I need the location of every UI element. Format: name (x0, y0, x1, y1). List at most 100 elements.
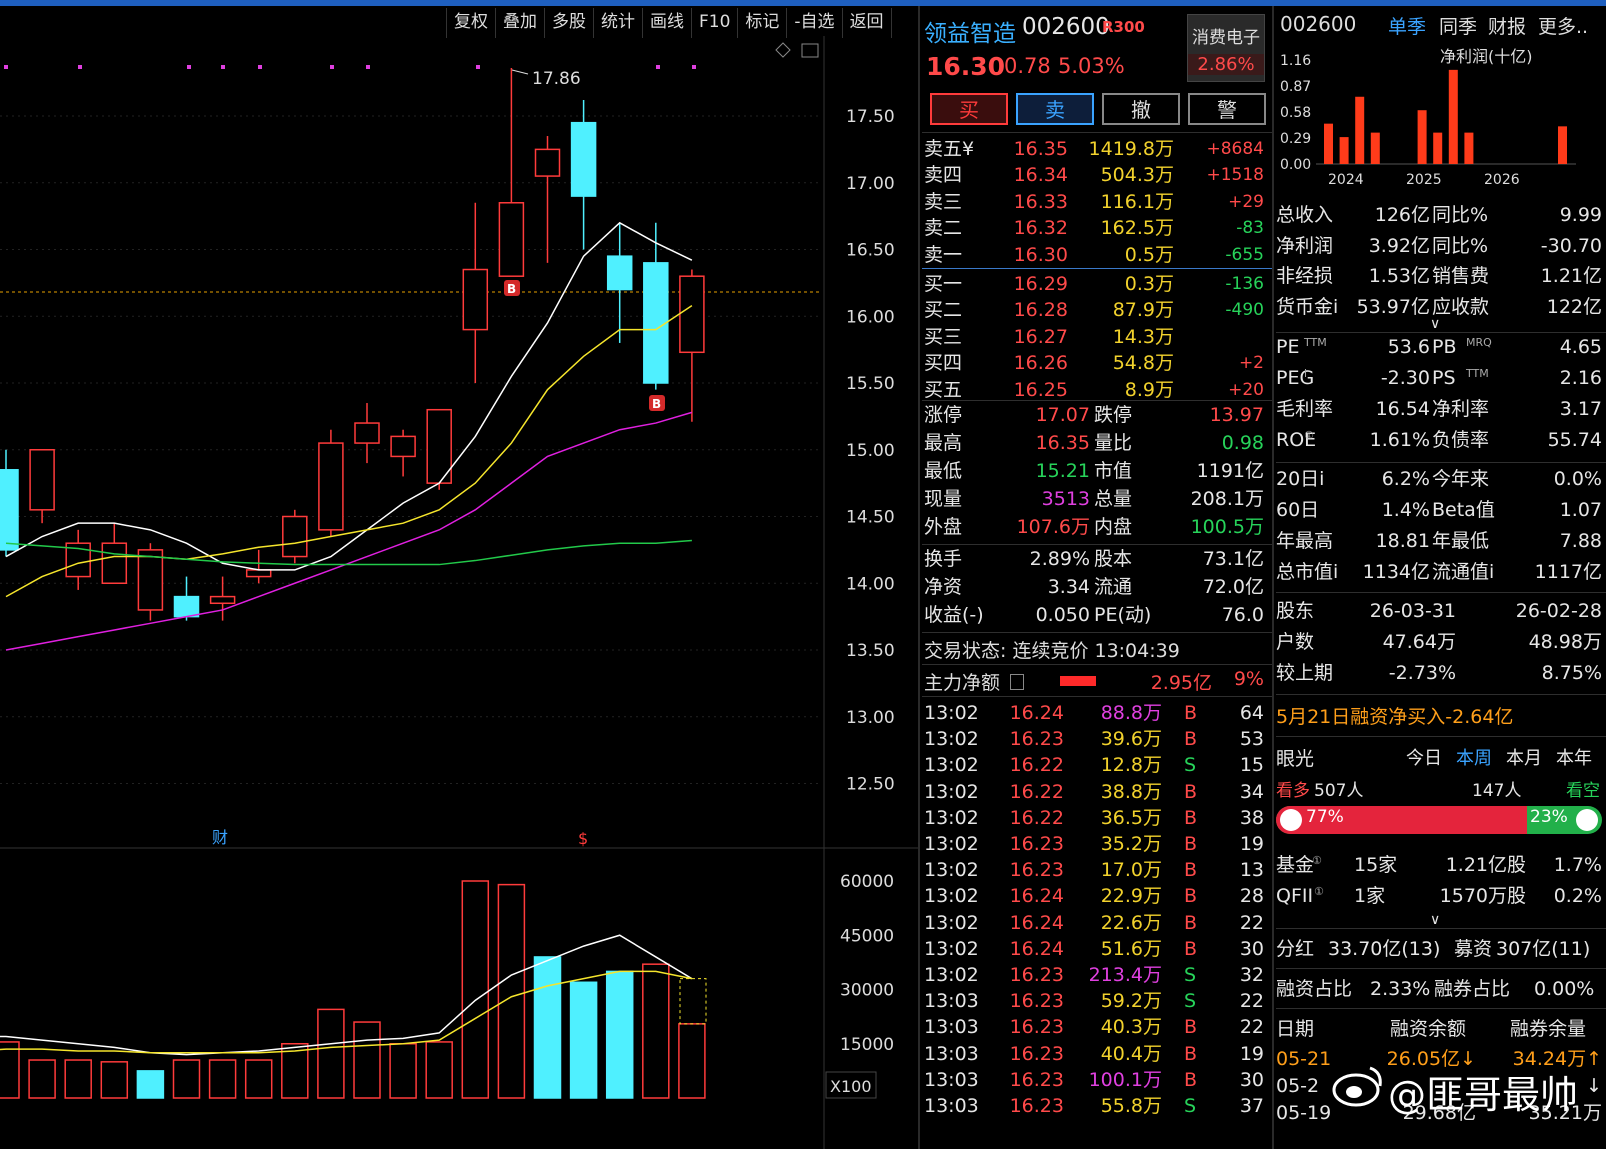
tick-row[interactable]: 13:02 16.24 51.6万 B 30 (922, 936, 1272, 962)
tick-row[interactable]: 13:02 16.23 17.0万 B 13 (922, 857, 1272, 883)
short-ratio-label: 融券占比 (1434, 978, 1511, 1000)
tick-row[interactable]: 13:03 16.23 40.3万 B 22 (922, 1014, 1272, 1040)
toolbar-item-7[interactable]: -自选 (787, 8, 843, 38)
expand-chevron-icon[interactable]: ∨ (1430, 912, 1440, 928)
net-profit-mini-chart: 1.16 0.87 0.58 0.29 0.00 2024 2025 2026 净利润(十亿) (1280, 47, 1576, 188)
fin-value: 16.54 (1375, 398, 1430, 420)
order-change: +2 (1238, 353, 1264, 374)
order-level-label: 买二 (924, 299, 963, 322)
order-book-row[interactable]: 卖四 16.34 504.3万 +1518 (922, 162, 1272, 188)
order-book-row[interactable]: 买一 16.29 0.3万 -136 (922, 271, 1272, 297)
tick-price: 16.23 (1009, 1042, 1064, 1065)
margin-ratio-label: 融资占比 (1276, 978, 1353, 1000)
tick-row[interactable]: 13:03 16.23 55.8万 S 37 (922, 1093, 1272, 1119)
bear-count: 147人 (1472, 781, 1522, 801)
divider (1272, 6, 1274, 1149)
fund-row: 基金 ① 15家 1.21亿股 1.7% (1276, 852, 1606, 878)
tick-row[interactable]: 13:02 16.24 22.6万 B 22 (922, 910, 1272, 936)
toolbar-item-4[interactable]: 画线 (643, 8, 692, 38)
order-book-row[interactable]: 卖一 16.30 0.5万 -655 (922, 242, 1272, 268)
toolbar-item-1[interactable]: 叠加 (496, 8, 545, 38)
kline-svg[interactable]: 17.50 17.00 16.50 16.00 15.50 15.00 14.50 14.00… (0, 6, 920, 1149)
eye-tab-1[interactable]: 本周 (1456, 744, 1492, 770)
candle-body (173, 595, 200, 618)
fin-row: 毛利率 16.54 净利率 3.17 (1276, 396, 1606, 422)
tick-volume: 35.2万 (1100, 833, 1162, 855)
tab-report[interactable]: 财报 (1488, 12, 1526, 39)
eye-tab-2[interactable]: 本月 (1506, 744, 1542, 770)
eye-label: 眼光 (1276, 748, 1315, 770)
toolbar-item-8[interactable]: 返回 (843, 8, 892, 38)
order-book-row[interactable]: 卖五¥ 16.35 1419.8万 +8684 (922, 136, 1272, 162)
eye-tab-0[interactable]: 今日 (1406, 744, 1442, 770)
toolbar-item-0[interactable]: 复权 (447, 8, 496, 38)
order-book-row[interactable]: 买二 16.28 87.9万 -490 (922, 297, 1272, 323)
stat-value: 76.0 (1221, 604, 1264, 626)
expand-chevron-icon[interactable]: ∨ (1430, 316, 1440, 332)
signal-dot (366, 65, 370, 69)
trade-status: 交易状态: 连续竞价 13:04:39 (924, 640, 1180, 662)
toolbar-item-3[interactable]: 统计 (594, 8, 643, 38)
cancel-order-button[interactable]: 撤 (1102, 93, 1180, 125)
volume-bar (317, 1008, 345, 1099)
sector-box[interactable]: 消费电子 2.86% (1187, 14, 1265, 82)
fin-label: 应收款 (1432, 295, 1490, 318)
tick-row[interactable]: 13:02 16.22 12.8万 S 15 (922, 752, 1272, 778)
tick-row[interactable]: 13:03 16.23 100.1万 B 30 (922, 1067, 1272, 1093)
buy-button[interactable]: 买 (930, 93, 1008, 125)
tick-row[interactable]: 13:03 16.23 59.2万 S 22 (922, 988, 1272, 1014)
tick-volume: 88.8万 (1100, 702, 1162, 724)
tick-price: 16.24 (1009, 937, 1064, 960)
tick-time: 13:02 (924, 754, 979, 777)
tick-side: S (1184, 754, 1197, 777)
fin-value: 1.53亿 (1368, 265, 1430, 287)
order-book-row[interactable]: 买三 16.27 14.3万 (922, 324, 1272, 350)
signal-dot (330, 65, 334, 69)
order-book-row[interactable]: 卖三 16.33 116.1万 +29 (922, 189, 1272, 215)
tab-single-quarter[interactable]: 单季 (1388, 12, 1426, 39)
order-book-row[interactable]: 卖二 16.32 162.5万 -83 (922, 215, 1272, 241)
order-price: 16.34 (1013, 164, 1068, 187)
toolbar-item-6[interactable]: 标记 (738, 8, 788, 38)
kline-chart-area[interactable]: 17.50 17.00 16.50 16.00 15.50 15.00 14.50 14.00… (0, 6, 920, 1149)
quote-panel: 领益智造 002600 R300 消费电子 2.86% 16.30 0.78 5… (922, 6, 1272, 1149)
divider (1276, 736, 1606, 737)
sell-button[interactable]: 卖 (1016, 93, 1094, 125)
margin-note: 5月21日融资净买入-2.64亿 (1276, 706, 1514, 728)
thumb-up-icon (1280, 809, 1302, 831)
fin-row: 净利润 3.92亿 同比% -30.70 (1276, 233, 1606, 259)
toolbar-item-2[interactable]: 多股 (545, 8, 594, 38)
volume-bar (389, 1043, 417, 1099)
fin-row: 20日i 6.2% 今年来 0.0% (1276, 466, 1606, 492)
tab-same-quarter[interactable]: 同季 (1439, 12, 1477, 39)
order-book-row[interactable]: 买五 16.25 8.9万 +20 (922, 377, 1272, 403)
fin-row: PE TTM 53.6 PB MRQ 4.65 (1276, 334, 1606, 360)
list-icon[interactable] (1010, 674, 1024, 690)
tick-row[interactable]: 13:02 16.22 36.5万 B 38 (922, 805, 1272, 831)
tick-row[interactable]: 13:02 16.24 88.8万 B 64 (922, 700, 1272, 726)
tick-side: S (1184, 1095, 1197, 1117)
eye-tab-3[interactable]: 本年 (1556, 744, 1592, 770)
tick-row[interactable]: 13:02 16.24 22.9万 B 28 (922, 883, 1272, 909)
tick-side: B (1184, 806, 1198, 829)
stat-value: 17.07 (1035, 404, 1090, 426)
tick-row[interactable]: 13:02 16.23 213.4万 S 32 (922, 962, 1272, 988)
tick-time: 13:02 (924, 702, 979, 724)
toolbar-item-5[interactable]: F10 (692, 8, 739, 38)
tick-row[interactable]: 13:02 16.23 35.2万 B 19 (922, 831, 1272, 857)
tab-more[interactable]: 更多.. (1538, 12, 1588, 39)
tick-count: 53 (1239, 728, 1264, 751)
fund-count: 15家 (1354, 854, 1398, 876)
fin-label: 60日 (1276, 499, 1320, 521)
stat-row: 最低 15.21 市值 1191亿 (922, 458, 1272, 484)
order-book-row[interactable]: 买四 16.26 54.8万 +2 (922, 350, 1272, 376)
fin-value: 18.81 (1375, 530, 1430, 552)
tick-row[interactable]: 13:03 16.23 40.4万 B 19 (922, 1041, 1272, 1067)
tick-row[interactable]: 13:02 16.22 38.8万 B 34 (922, 779, 1272, 805)
order-volume: 0.3万 (1124, 273, 1174, 295)
dividend-label: 分红 (1276, 938, 1315, 960)
tick-row[interactable]: 13:02 16.23 39.6万 B 53 (922, 726, 1272, 752)
price-change: 0.78 (1004, 54, 1051, 78)
alert-button[interactable]: 警 (1188, 93, 1266, 125)
order-change: -83 (1236, 218, 1264, 239)
